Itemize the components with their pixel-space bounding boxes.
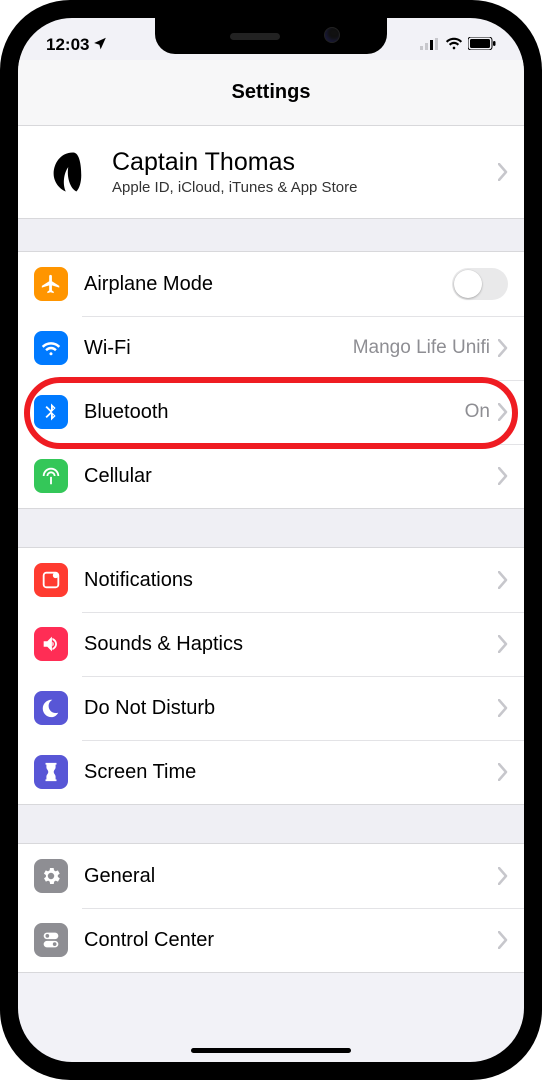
notch xyxy=(155,18,387,54)
row-airplane-mode[interactable]: Airplane Mode xyxy=(18,252,524,316)
hourglass-icon xyxy=(34,755,68,789)
chevron-right-icon xyxy=(498,931,508,949)
row-label: Sounds & Haptics xyxy=(84,633,498,656)
control-center-icon xyxy=(34,923,68,957)
chevron-right-icon xyxy=(498,699,508,717)
row-cellular[interactable]: Cellular xyxy=(18,444,524,508)
chevron-right-icon xyxy=(498,339,508,357)
row-do-not-disturb[interactable]: Do Not Disturb xyxy=(18,676,524,740)
section-gap xyxy=(18,509,524,547)
row-label: Screen Time xyxy=(84,761,498,784)
row-label: Control Center xyxy=(84,929,498,952)
row-label: Cellular xyxy=(84,465,498,488)
row-bluetooth[interactable]: Bluetooth On xyxy=(18,380,524,444)
wifi-icon xyxy=(445,35,463,55)
row-general[interactable]: General xyxy=(18,844,524,908)
row-label: Airplane Mode xyxy=(84,273,452,296)
profile-subtitle: Apple ID, iCloud, iTunes & App Store xyxy=(112,179,498,196)
row-label: Do Not Disturb xyxy=(84,697,498,720)
status-time: 12:03 xyxy=(46,35,89,55)
nav-bar: Settings xyxy=(18,60,524,126)
chevron-right-icon xyxy=(498,403,508,421)
cellular-signal-icon xyxy=(420,35,440,55)
row-value: On xyxy=(465,401,490,423)
airplane-toggle[interactable] xyxy=(452,268,508,300)
row-notifications[interactable]: Notifications xyxy=(18,548,524,612)
row-label: Bluetooth xyxy=(84,401,465,424)
chevron-right-icon xyxy=(498,763,508,781)
profile-name: Captain Thomas xyxy=(112,148,498,177)
group-profile: Captain Thomas Apple ID, iCloud, iTunes … xyxy=(18,126,524,219)
battery-icon xyxy=(468,35,496,55)
row-apple-id[interactable]: Captain Thomas Apple ID, iCloud, iTunes … xyxy=(18,126,524,218)
location-arrow-icon xyxy=(93,35,107,55)
chevron-right-icon xyxy=(498,571,508,589)
wifi-icon xyxy=(34,331,68,365)
section-gap xyxy=(18,219,524,251)
chevron-right-icon xyxy=(498,867,508,885)
row-control-center[interactable]: Control Center xyxy=(18,908,524,972)
row-label: Notifications xyxy=(84,569,498,592)
notifications-icon xyxy=(34,563,68,597)
avatar xyxy=(34,141,96,203)
gear-icon xyxy=(34,859,68,893)
row-screen-time[interactable]: Screen Time xyxy=(18,740,524,804)
moon-icon xyxy=(34,691,68,725)
row-sounds[interactable]: Sounds & Haptics xyxy=(18,612,524,676)
section-gap xyxy=(18,805,524,843)
row-wifi[interactable]: Wi-Fi Mango Life Unifi xyxy=(18,316,524,380)
page-title: Settings xyxy=(232,81,311,104)
sounds-icon xyxy=(34,627,68,661)
bluetooth-icon xyxy=(34,395,68,429)
home-indicator[interactable] xyxy=(191,1048,351,1053)
iphone-frame: 12:03 xyxy=(0,0,542,1080)
row-label: General xyxy=(84,865,498,888)
settings-scroll[interactable]: Captain Thomas Apple ID, iCloud, iTunes … xyxy=(18,126,524,1062)
group-alerts: Notifications Sounds & Haptics Do Not Di… xyxy=(18,547,524,805)
airplane-icon xyxy=(34,267,68,301)
row-label: Wi-Fi xyxy=(84,337,353,360)
group-system: General Control Center xyxy=(18,843,524,973)
chevron-right-icon xyxy=(498,635,508,653)
cellular-icon xyxy=(34,459,68,493)
chevron-right-icon xyxy=(498,163,508,181)
row-value: Mango Life Unifi xyxy=(353,337,490,359)
screen: 12:03 xyxy=(18,18,524,1062)
chevron-right-icon xyxy=(498,467,508,485)
group-connectivity: Airplane Mode Wi-Fi Mango Life Unifi Blu xyxy=(18,251,524,509)
